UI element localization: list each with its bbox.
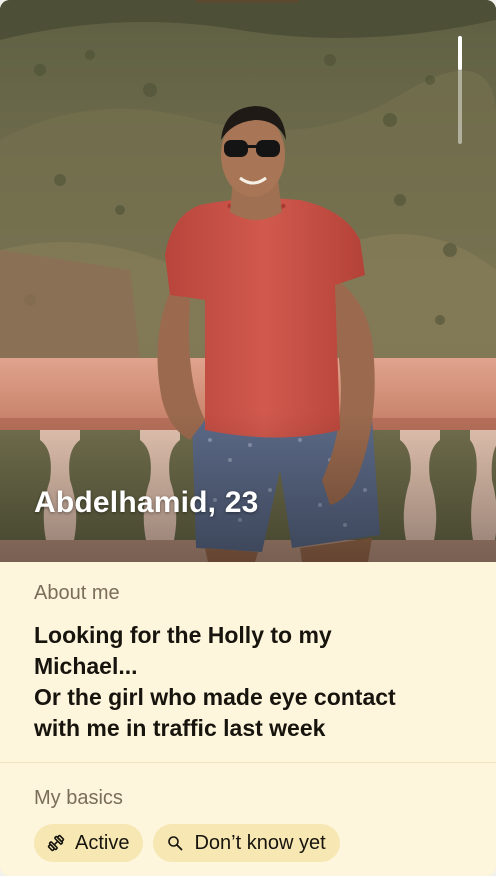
basics-chip-looking-for[interactable]: Don’t know yet [153, 824, 340, 862]
search-icon [165, 833, 185, 853]
basics-chip-active[interactable]: Active [34, 824, 144, 862]
profile-details: About me Looking for the Holly to my Mic… [0, 562, 496, 876]
basics-chip-list: Active Don’t know yet [34, 824, 340, 862]
profile-name-age: Abdelhamid, 23 [34, 486, 259, 519]
dumbbell-icon [46, 833, 66, 853]
basics-chip-label: Don’t know yet [194, 831, 326, 854]
profile-photo[interactable]: Abdelhamid, 23 [0, 0, 496, 562]
my-basics-heading: My basics [34, 787, 123, 809]
section-divider [0, 762, 496, 763]
about-me-text: Looking for the Holly to my Michael... O… [34, 622, 396, 741]
scroll-indicator-thumb [458, 36, 462, 70]
basics-chip-label: Active [75, 831, 130, 854]
photo-scroll-indicator [458, 36, 462, 144]
about-me-heading: About me [34, 582, 120, 604]
profile-card: Abdelhamid, 23 About me Looking for the … [0, 0, 496, 876]
top-notch [195, 0, 299, 3]
